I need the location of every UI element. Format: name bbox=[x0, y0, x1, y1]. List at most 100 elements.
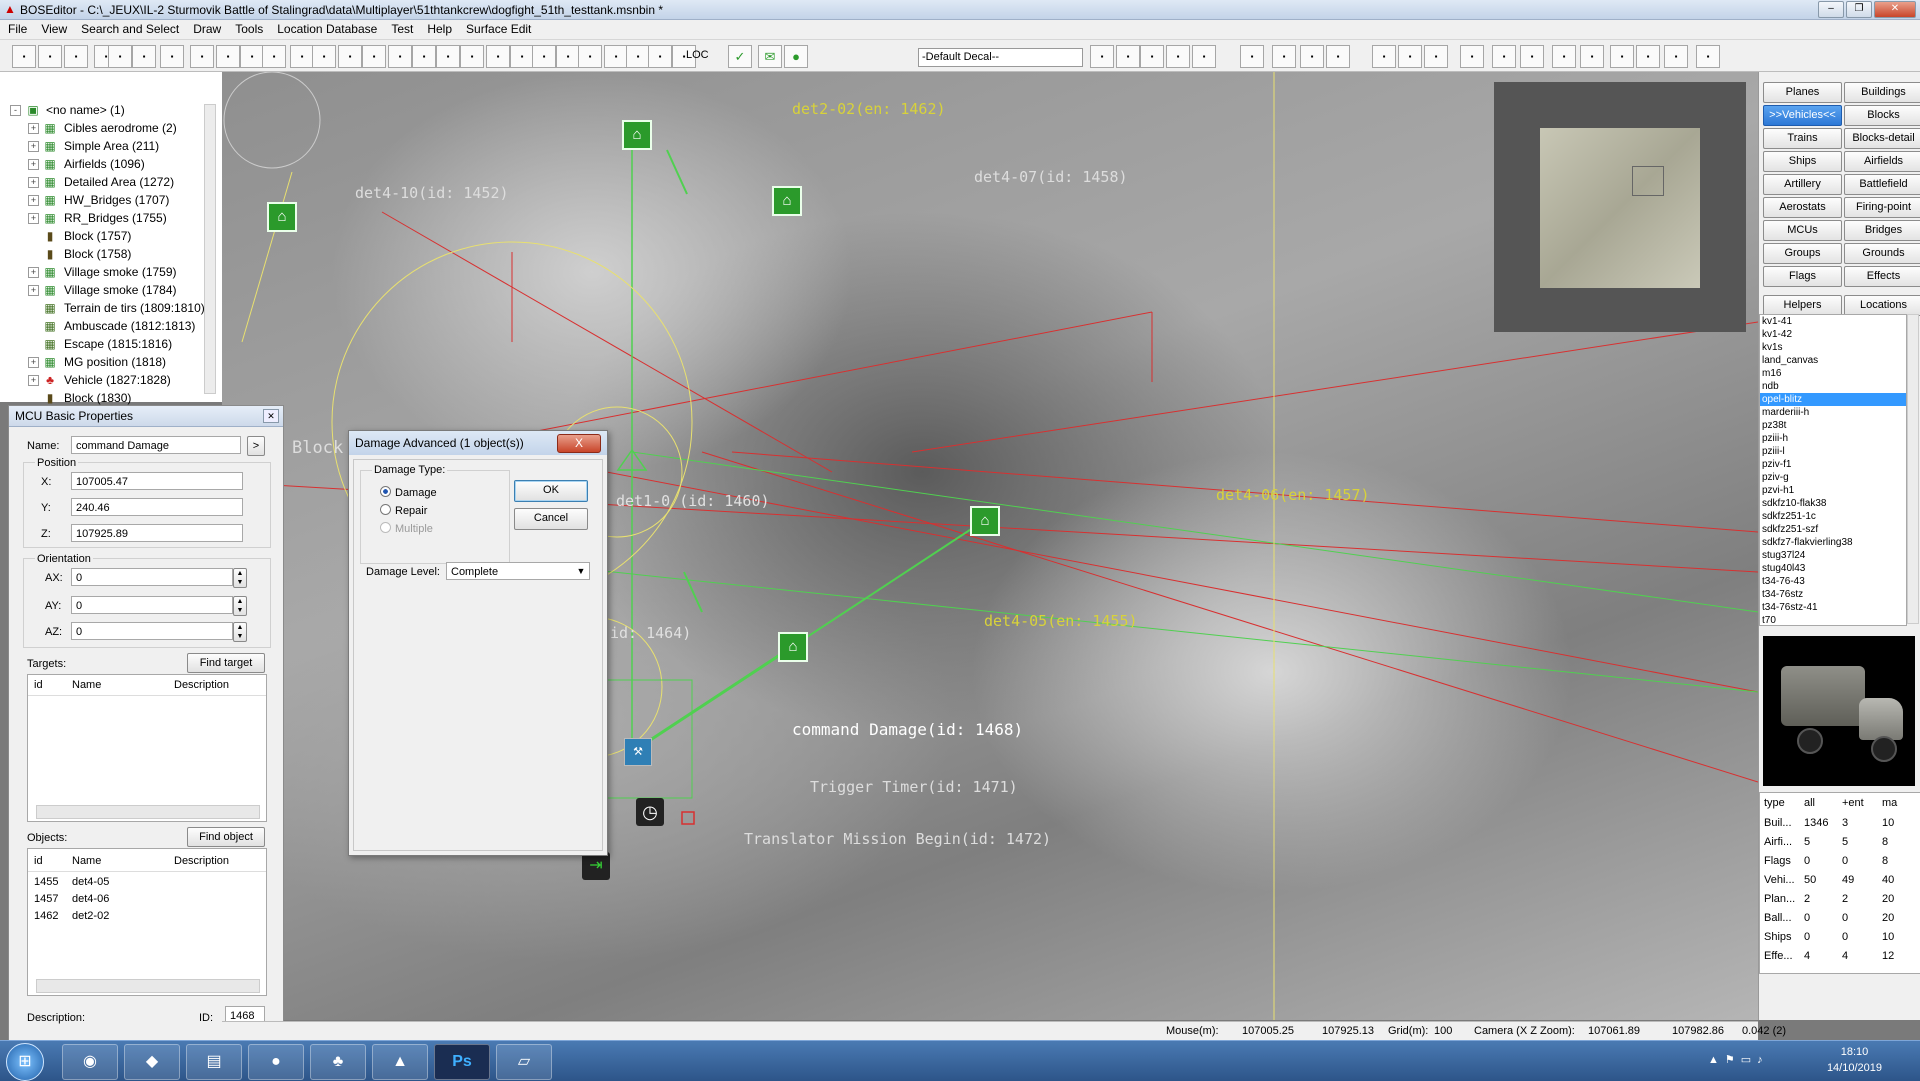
orientation-ay-field[interactable]: 0 bbox=[71, 596, 233, 614]
toolbar-tool-icon[interactable]: ▪ bbox=[1240, 45, 1264, 68]
timer-icon[interactable]: ◷ bbox=[636, 798, 664, 826]
toolbar-tool-icon[interactable]: ▪ bbox=[338, 45, 362, 68]
object-tree[interactable]: - ▣ <no name> (1) + ▦ Cibles aerodrome (2) + ▦ S… bbox=[0, 72, 223, 405]
position-z-field[interactable]: 107925.89 bbox=[71, 524, 243, 542]
tray-icons[interactable]: ▲⚑▭♪ bbox=[1708, 1053, 1769, 1066]
category-button-firing-point[interactable]: Firing-point bbox=[1844, 197, 1920, 218]
category-button-buildings[interactable]: Buildings bbox=[1844, 82, 1920, 103]
list-item[interactable]: pzvi-h1 bbox=[1760, 484, 1906, 497]
category-button-trains[interactable]: Trains bbox=[1763, 128, 1842, 149]
house-icon[interactable]: ⌂ bbox=[778, 632, 808, 662]
toolbar-tool-icon[interactable]: ▪ bbox=[1552, 45, 1576, 68]
loc-button[interactable]: LOC bbox=[686, 45, 708, 66]
category-button-flags[interactable]: Flags bbox=[1763, 266, 1842, 287]
tree-item[interactable]: + ▦ RR_Bridges (1755) bbox=[0, 210, 205, 228]
list-item[interactable]: stug37l24 bbox=[1760, 549, 1906, 562]
house-icon[interactable]: ⌂ bbox=[622, 120, 652, 150]
category-button-aerostats[interactable]: Aerostats bbox=[1763, 197, 1842, 218]
toolbar-tool-icon[interactable]: ▪ bbox=[190, 45, 214, 68]
toolbar-tool-icon[interactable]: ▪ bbox=[578, 45, 602, 68]
expand-icon[interactable]: + bbox=[28, 213, 39, 224]
list-item[interactable]: t34-76-43 bbox=[1760, 575, 1906, 588]
toolbar-tool-icon[interactable]: ▪ bbox=[486, 45, 510, 68]
table-row[interactable]: 1457 det4-06 bbox=[28, 893, 266, 909]
category-button-airfields[interactable]: Airfields bbox=[1844, 151, 1920, 172]
list-item[interactable]: pz38t bbox=[1760, 419, 1906, 432]
list-item[interactable]: sdkfz251-szf bbox=[1760, 523, 1906, 536]
command-damage-icon[interactable]: ⚒ bbox=[624, 738, 652, 766]
toolbar-tool-icon[interactable]: ▪ bbox=[262, 45, 286, 68]
expand-icon[interactable]: + bbox=[28, 123, 39, 134]
vehicle-list-scrollbar[interactable] bbox=[1907, 314, 1919, 624]
clover-taskbar-icon[interactable]: ♣ bbox=[310, 1044, 366, 1080]
toolbar-tool-icon[interactable]: ▪ bbox=[1116, 45, 1140, 68]
close-button[interactable]: ✕ bbox=[1874, 1, 1916, 18]
toolbar-tool-icon[interactable]: ▪ bbox=[648, 45, 672, 68]
find-object-button[interactable]: Find object bbox=[187, 827, 265, 847]
menu-tools[interactable]: Tools bbox=[227, 20, 269, 36]
chevron-down-icon[interactable]: ▼ bbox=[574, 563, 588, 579]
dialog-close-button[interactable]: X bbox=[557, 434, 601, 453]
toolbar-tool-icon[interactable]: ▪ bbox=[1140, 45, 1164, 68]
toolbar-tool-icon[interactable]: ▪ bbox=[1090, 45, 1114, 68]
tree-item[interactable]: ▦ Ambuscade (1812:1813) bbox=[0, 318, 205, 336]
list-item[interactable]: pziv-g bbox=[1760, 471, 1906, 484]
list-item[interactable]: ndb bbox=[1760, 380, 1906, 393]
toolbar-tool-icon[interactable]: ▪ bbox=[556, 45, 580, 68]
expand-icon[interactable]: + bbox=[28, 267, 39, 278]
toolbar-tool-icon[interactable]: ▪ bbox=[1272, 45, 1296, 68]
toolbar-tool-icon[interactable]: ▪ bbox=[626, 45, 650, 68]
restore-button[interactable]: ❐ bbox=[1846, 1, 1872, 18]
cancel-button[interactable]: Cancel bbox=[514, 508, 588, 530]
category-button-planes[interactable]: Planes bbox=[1763, 82, 1842, 103]
toolbar-tool-icon[interactable]: ● bbox=[784, 45, 808, 68]
list-item[interactable]: t70 bbox=[1760, 614, 1906, 625]
house-icon[interactable]: ⌂ bbox=[772, 186, 802, 216]
minimap[interactable] bbox=[1494, 82, 1746, 332]
position-y-field[interactable]: 240.46 bbox=[71, 498, 243, 516]
menu-help[interactable]: Help bbox=[419, 20, 458, 36]
list-item[interactable]: sdkfz10-flak38 bbox=[1760, 497, 1906, 510]
list-item[interactable]: stug40l43 bbox=[1760, 562, 1906, 575]
ax-spinner[interactable]: ▲ ▼ bbox=[233, 568, 247, 588]
toolbar-tool-icon[interactable]: ▪ bbox=[510, 45, 534, 68]
toolbar-tool-icon[interactable]: ▪ bbox=[1610, 45, 1634, 68]
firefox-taskbar-icon[interactable]: ● bbox=[248, 1044, 304, 1080]
category-button-groups[interactable]: Groups bbox=[1763, 243, 1842, 264]
list-item[interactable]: kv1-41 bbox=[1760, 315, 1906, 328]
toolbar-tool-icon[interactable]: ▪ bbox=[1492, 45, 1516, 68]
tree-item[interactable]: + ♣ Vehicle (1827:1828) bbox=[0, 372, 205, 390]
toolbar-tool-icon[interactable]: ▪ bbox=[532, 45, 556, 68]
boseditor-taskbar-icon[interactable]: ▲ bbox=[372, 1044, 428, 1080]
category-button-ships[interactable]: Ships bbox=[1763, 151, 1842, 172]
menu-draw[interactable]: Draw bbox=[185, 20, 227, 36]
toolbar-tool-icon[interactable]: ▪ bbox=[362, 45, 386, 68]
category-button-grounds[interactable]: Grounds bbox=[1844, 243, 1920, 264]
app-taskbar-icon[interactable]: ◆ bbox=[124, 1044, 180, 1080]
toolbar-tool-icon[interactable]: ▪ bbox=[460, 45, 484, 68]
position-x-field[interactable]: 107005.47 bbox=[71, 472, 243, 490]
toolbar-tool-icon[interactable]: ▪ bbox=[1460, 45, 1484, 68]
damage-radio[interactable]: Damage bbox=[380, 486, 437, 499]
tree-item[interactable]: + ▦ Airfields (1096) bbox=[0, 156, 205, 174]
decal-select[interactable]: -Default Decal-- bbox=[918, 48, 1083, 67]
list-item[interactable]: kv1s bbox=[1760, 341, 1906, 354]
list-item[interactable]: m16 bbox=[1760, 367, 1906, 380]
list-item[interactable]: pziv-f1 bbox=[1760, 458, 1906, 471]
ay-spinner[interactable]: ▲ ▼ bbox=[233, 596, 247, 616]
toolbar-tool-icon[interactable]: ▪ bbox=[108, 45, 132, 68]
menu-surface-edit[interactable]: Surface Edit bbox=[458, 20, 537, 36]
tree-item[interactable]: - ▣ <no name> (1) bbox=[0, 102, 205, 120]
toolbar-tool-icon[interactable]: ▪ bbox=[38, 45, 62, 68]
toolbar-tool-icon[interactable]: ▪ bbox=[436, 45, 460, 68]
category-button-artillery[interactable]: Artillery bbox=[1763, 174, 1842, 195]
category-button-helpers[interactable]: Helpers bbox=[1763, 295, 1842, 316]
list-item[interactable]: t34-76stz-41 bbox=[1760, 601, 1906, 614]
tree-item[interactable]: + ▦ Village smoke (1784) bbox=[0, 282, 205, 300]
toolbar-tool-icon[interactable]: ▪ bbox=[1580, 45, 1604, 68]
list-item[interactable]: sdkfz251-1c bbox=[1760, 510, 1906, 523]
list-item[interactable]: t34-76stz bbox=[1760, 588, 1906, 601]
ok-button[interactable]: OK bbox=[514, 480, 588, 502]
start-button[interactable]: ⊞ bbox=[6, 1043, 44, 1081]
expand-icon[interactable]: + bbox=[28, 357, 39, 368]
